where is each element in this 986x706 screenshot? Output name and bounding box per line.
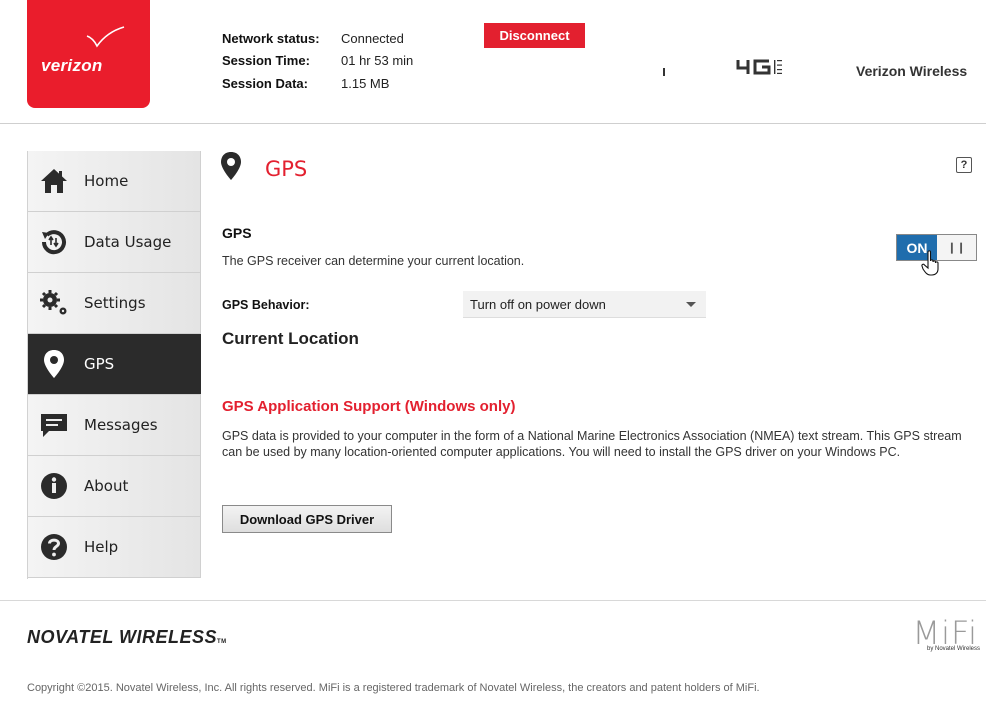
novatel-trademark: TM (217, 639, 227, 645)
location-pin-icon (38, 348, 70, 380)
session-data-value: 1.15 MB (341, 75, 390, 91)
logo-checkmark-icon (86, 26, 125, 48)
gps-section-heading: GPS (222, 225, 252, 241)
sidebar-item-label: Messages (84, 416, 158, 434)
4g-lte-icon (736, 59, 782, 75)
sidebar-item-label: Settings (84, 294, 146, 312)
sidebar-item-settings[interactable]: Settings (28, 273, 201, 334)
network-status-label: Network status: (222, 30, 320, 46)
hand-cursor-icon (921, 250, 939, 276)
help-icon (38, 531, 70, 563)
session-time-value: 01 hr 53 min (341, 53, 414, 69)
header: verizon Network status: Connected Sessio… (0, 0, 986, 124)
connection-status: Network status: Connected Session Time: … (222, 27, 413, 95)
sidebar-item-label: About (84, 477, 129, 495)
app-support-description: GPS data is provided to your computer in… (222, 429, 962, 459)
sidebar-item-data-usage[interactable]: Data Usage (28, 212, 201, 273)
footer-divider (0, 600, 986, 601)
copyright-text: Copyright ©2015. Novatel Wireless, Inc. … (27, 682, 760, 694)
novatel-wireless-logo: NOVATEL WIRELESSTM (27, 627, 227, 648)
help-question-icon[interactable]: ? (956, 157, 972, 173)
page-title: GPS (265, 157, 308, 181)
data-usage-icon (38, 226, 70, 258)
novatel-logo-text: NOVATEL WIRELESS (27, 627, 218, 647)
gps-behavior-label: GPS Behavior: (222, 298, 310, 312)
download-gps-driver-button[interactable]: Download GPS Driver (222, 505, 392, 533)
gps-behavior-value: Turn off on power down (470, 296, 606, 312)
chevron-down-icon (686, 302, 696, 307)
verizon-logo[interactable]: verizon (27, 0, 150, 108)
session-time-label: Session Time: (222, 53, 310, 69)
session-data-label: Session Data: (222, 75, 308, 91)
network-status-value: Connected (341, 30, 404, 46)
sidebar-item-label: Home (84, 172, 129, 190)
sidebar-nav: Home Data Usage Settings GPS Messages Ab… (27, 151, 201, 579)
info-icon (38, 470, 70, 502)
logo-wordmark: verizon (41, 56, 103, 75)
message-icon (38, 409, 70, 441)
session-time-row: Session Time: 01 hr 53 min (222, 50, 413, 73)
sidebar-item-messages[interactable]: Messages (28, 395, 201, 456)
app-support-heading: GPS Application Support (Windows only) (222, 398, 516, 415)
sidebar-item-label: Help (84, 538, 119, 556)
sidebar-item-home[interactable]: Home (28, 151, 201, 212)
session-data-row: Session Data: 1.15 MB (222, 72, 413, 95)
signal-strength-icon (663, 68, 665, 76)
carrier-name: Verizon Wireless (856, 63, 968, 79)
sidebar-item-help[interactable]: Help (28, 517, 201, 578)
settings-icon (38, 287, 70, 319)
sidebar-item-label: Data Usage (84, 233, 172, 251)
network-status-row: Network status: Connected (222, 27, 413, 50)
mifi-logo: MiFi by Novatel Wireless (900, 614, 980, 654)
home-icon (38, 165, 70, 197)
gps-behavior-select[interactable]: Turn off on power down (463, 291, 706, 318)
disconnect-button[interactable]: Disconnect (484, 23, 585, 48)
location-pin-icon (221, 152, 241, 180)
sidebar-item-label: GPS (84, 355, 115, 373)
current-location-heading: Current Location (222, 329, 359, 348)
sidebar-item-gps[interactable]: GPS (28, 334, 201, 395)
gps-description: The GPS receiver can determine your curr… (222, 254, 525, 268)
sidebar-item-about[interactable]: About (28, 456, 201, 517)
mifi-byline: by Novatel Wireless (926, 646, 980, 652)
